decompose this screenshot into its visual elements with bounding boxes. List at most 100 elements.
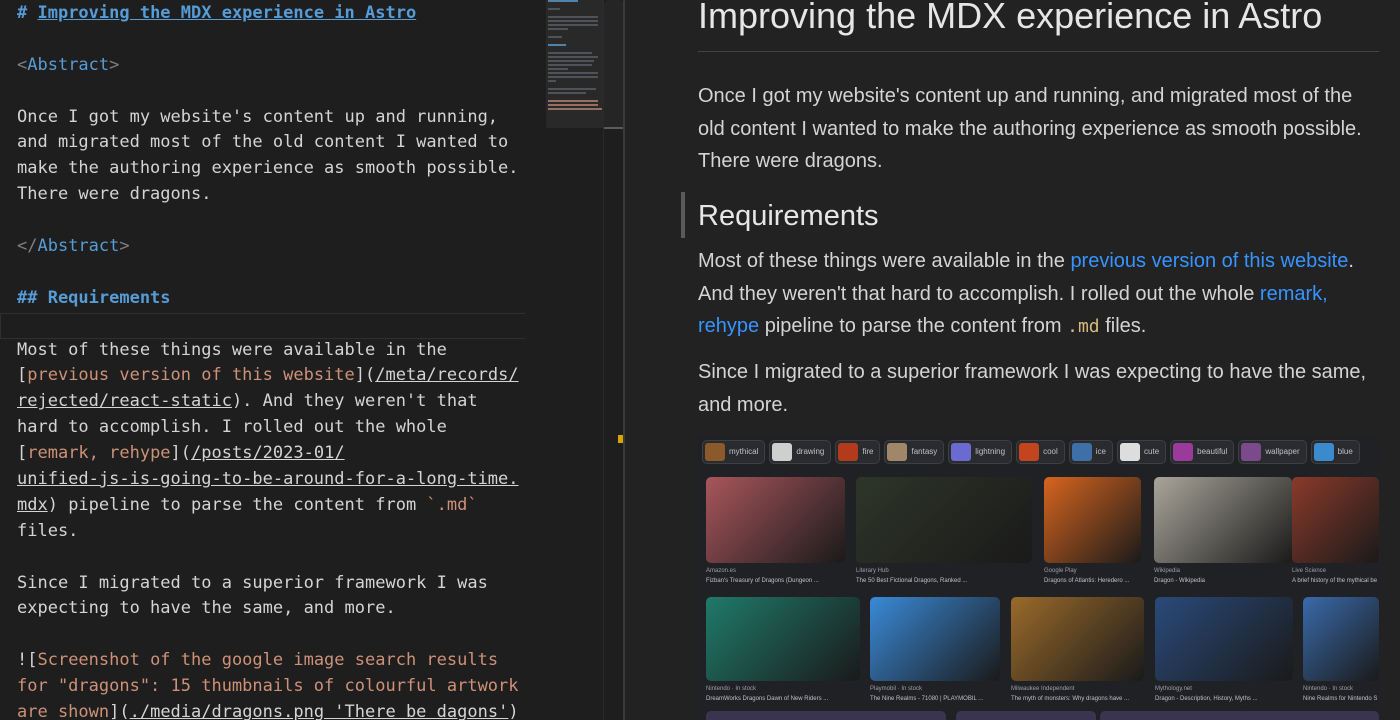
- code-line[interactable]: # Improving the MDX experience in Astro: [17, 1, 547, 27]
- code-line[interactable]: Since I migrated to a superior framework…: [17, 571, 547, 597]
- tag-name: Abstract: [37, 236, 120, 257]
- link-url: rejected/react-static: [17, 391, 232, 412]
- result-thumbnail: [1044, 477, 1141, 563]
- image-url: ./media/dragons.png 'There be dagons': [129, 702, 509, 720]
- code-line[interactable]: [17, 208, 547, 234]
- inline-code: `.md`: [426, 494, 478, 515]
- code-line[interactable]: Most of these things were available in t…: [17, 338, 547, 364]
- link-bracket: [: [17, 365, 28, 386]
- chip-label: fantasy: [911, 447, 938, 456]
- code-line[interactable]: make the authoring experience as smooth …: [17, 156, 547, 182]
- markdown-source[interactable]: # Improving the MDX experience in Astro <…: [17, 1, 547, 720]
- link-bracket: ](: [354, 365, 376, 386]
- chip-label: ice: [1095, 447, 1107, 456]
- chip-thumbnail: [1313, 443, 1334, 461]
- editor-scrollbar[interactable]: [603, 0, 624, 720]
- result-caption: The Nine Realms - 71080 | PLAYMOBIL ...: [870, 696, 984, 702]
- inline-code: .md: [1067, 316, 1100, 337]
- link-url: /meta/records/: [375, 365, 519, 386]
- code-line[interactable]: [17, 545, 547, 571]
- code-line[interactable]: for "dragons": 15 thumbnails of colourfu…: [17, 674, 547, 700]
- code-line[interactable]: [remark, rehype](/posts/2023-01/: [17, 441, 547, 467]
- code-line[interactable]: </Abstract>: [17, 234, 547, 260]
- dragons-screenshot-image: mythical drawing fire fantasy lightning cool i…: [698, 437, 1379, 720]
- code-line[interactable]: files.: [17, 519, 547, 545]
- image-alt-text: for "dragons": 15 thumbnails of colourfu…: [17, 676, 519, 697]
- code-line[interactable]: [17, 27, 547, 53]
- result-source: Nintendo · In stock: [706, 686, 757, 692]
- code-line[interactable]: expecting to have the same, and more.: [17, 596, 547, 622]
- chip-label: fire: [862, 447, 874, 456]
- result-thumbnail: [856, 477, 1032, 563]
- search-filter-chips: mythical drawing fire fantasy lightning cool i…: [702, 440, 1364, 466]
- line-text: Once I got my website's content up and r…: [17, 106, 499, 127]
- link-label: remark, rehype: [27, 443, 171, 464]
- code-line[interactable]: There were dragons.: [17, 182, 547, 208]
- chip-thumbnail: [1019, 443, 1040, 461]
- result-thumbnail: [956, 711, 1096, 720]
- chip-thumbnail: [1173, 443, 1194, 461]
- image-bracket: ): [508, 702, 519, 720]
- link-bracket: ](: [170, 443, 192, 464]
- text-segment: files.: [1099, 315, 1147, 337]
- chip-thumbnail: [1120, 443, 1141, 461]
- filter-chip: wallpaper: [1238, 440, 1307, 464]
- tag-bracket: </: [17, 236, 38, 257]
- line-text: Most of these things were available in t…: [17, 339, 447, 360]
- code-line[interactable]: [17, 312, 547, 338]
- chip-label: beautiful: [1197, 447, 1228, 456]
- link-url: /posts/2023-01/: [191, 443, 345, 464]
- result-caption: The 50 Best Fictional Dragons, Ranked ..…: [856, 578, 968, 584]
- chip-label: wallpaper: [1265, 447, 1300, 456]
- tag-bracket: >: [109, 54, 120, 75]
- framework-paragraph: Since I migrated to a superior framework…: [698, 361, 1367, 416]
- chip-label: cute: [1144, 447, 1160, 456]
- code-line[interactable]: hard to accomplish. I rolled out the who…: [17, 415, 547, 441]
- image-bracket: ![: [17, 650, 38, 671]
- link-url: mdx: [17, 494, 48, 515]
- code-line[interactable]: Once I got my website's content up and r…: [17, 105, 547, 131]
- result-thumbnail: [706, 477, 845, 563]
- chip-thumbnail: [887, 443, 908, 461]
- line-text: ). And they weren't that: [231, 391, 478, 412]
- code-line[interactable]: [17, 79, 547, 105]
- tag-bracket: <: [17, 54, 28, 75]
- filter-chip: lightning: [948, 440, 1013, 464]
- code-line[interactable]: <Abstract>: [17, 53, 547, 79]
- code-line[interactable]: rejected/react-static). And they weren't…: [17, 389, 547, 415]
- scrollbar-thumb[interactable]: [604, 0, 624, 128]
- line-text: hard to accomplish. I rolled out the who…: [17, 417, 447, 438]
- filter-chip: drawing: [769, 440, 832, 464]
- result-thumbnail: [706, 597, 860, 681]
- result-source: Playmobil · In stock: [870, 686, 923, 692]
- code-line[interactable]: [17, 622, 547, 648]
- title-divider: [698, 51, 1379, 52]
- code-line[interactable]: mdx) pipeline to parse the content from …: [17, 493, 547, 519]
- previous-version-link[interactable]: previous version of this website: [1070, 250, 1348, 272]
- code-line[interactable]: unified-js-is-going-to-be-around-for-a-l…: [17, 467, 547, 493]
- code-line[interactable]: are shown](./media/dragons.png 'There be…: [17, 700, 547, 720]
- minimap-slider[interactable]: [546, 0, 604, 128]
- filter-chip: cute: [1117, 440, 1167, 464]
- code-line[interactable]: [previous version of this website](/meta…: [17, 363, 547, 389]
- tag-bracket: >: [119, 236, 130, 257]
- result-thumbnail: [1100, 711, 1250, 720]
- code-editor[interactable]: # Improving the MDX experience in Astro <…: [0, 0, 624, 720]
- result-thumbnail: [828, 711, 946, 720]
- code-line[interactable]: ## Requirements: [17, 286, 547, 312]
- image-alt-text: Screenshot of the google image search re…: [37, 650, 499, 671]
- code-line[interactable]: [17, 260, 547, 286]
- code-line[interactable]: and migrated most of the old content I w…: [17, 130, 547, 156]
- result-caption: A brief history of the mythical be: [1292, 578, 1378, 584]
- code-line[interactable]: ![Screenshot of the google image search …: [17, 648, 547, 674]
- link-url: unified-js-is-going-to-be-around-for-a-l…: [17, 469, 519, 490]
- filter-chip: mythical: [702, 440, 766, 464]
- link-label: previous version of this website: [27, 365, 355, 386]
- chip-label: lightning: [975, 447, 1006, 456]
- result-caption: Dragon - Description, History, Myths ...: [1155, 696, 1258, 702]
- image-alt-text: are shown: [17, 702, 110, 720]
- line-text: and migrated most of the old content I w…: [17, 132, 509, 153]
- line-text: There were dragons.: [17, 184, 212, 205]
- result-source: Google Play: [1044, 568, 1077, 574]
- chip-label: mythical: [729, 447, 759, 456]
